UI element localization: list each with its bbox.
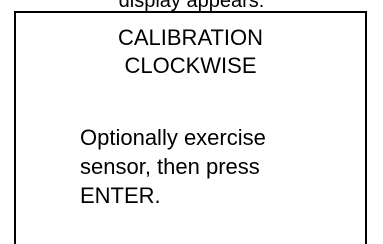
display-title-line: CALIBRATION xyxy=(117,25,264,50)
page: display appears: CALIBRATION CLOCKWISE O… xyxy=(0,0,383,244)
device-display: CALIBRATION CLOCKWISE Optionally exercis… xyxy=(14,11,367,244)
display-message-line: ENTER. xyxy=(80,183,161,208)
display-title-line: CLOCKWISE xyxy=(124,53,257,78)
display-message: Optionally exercise sensor, then press E… xyxy=(80,123,266,210)
display-message-line: Optionally exercise xyxy=(80,125,266,150)
display-title: CALIBRATION CLOCKWISE xyxy=(16,24,365,80)
display-message-line: sensor, then press xyxy=(80,154,260,179)
